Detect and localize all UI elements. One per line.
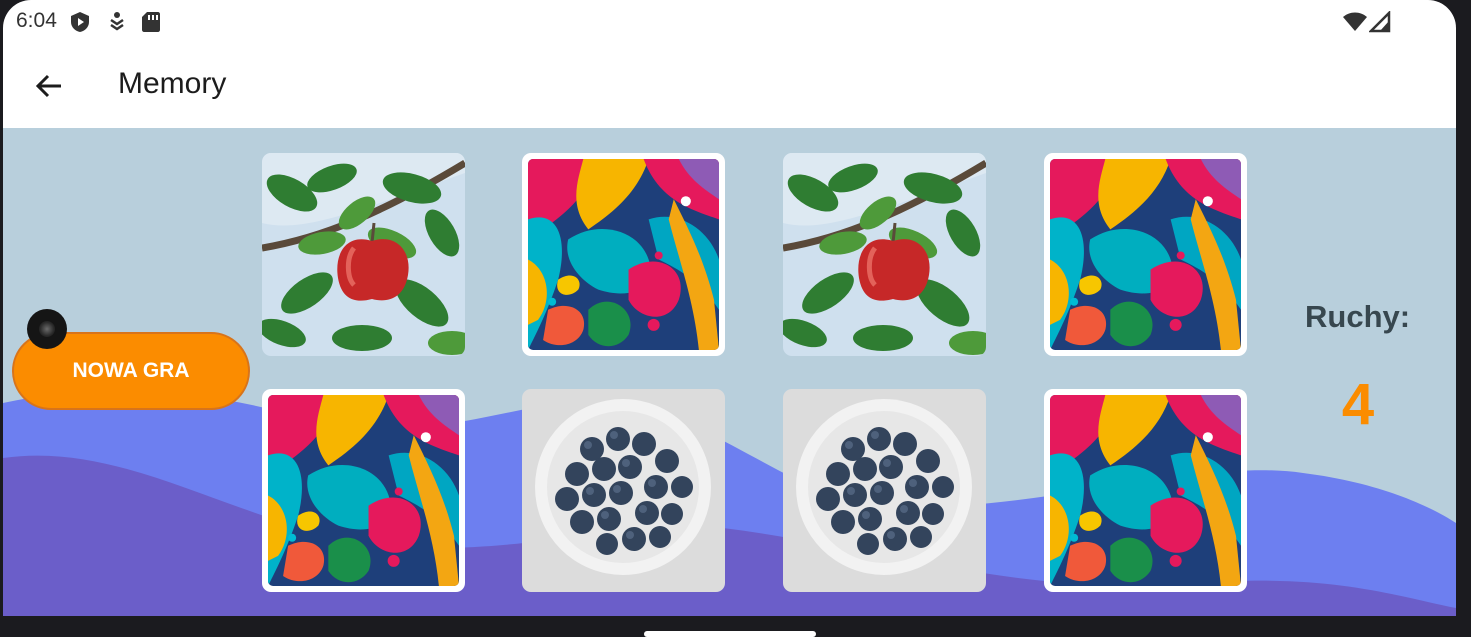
play-protect-icon <box>69 11 91 38</box>
navigation-bar <box>3 616 1456 637</box>
memory-card-hidden[interactable] <box>1044 389 1247 592</box>
moves-label: Ruchy: <box>1305 299 1411 334</box>
memory-card-hidden[interactable] <box>262 389 465 592</box>
back-arrow-icon[interactable] <box>31 68 67 104</box>
wifi-icon <box>1343 11 1367 38</box>
memory-card-blueberries[interactable] <box>522 389 725 592</box>
memory-card-apple[interactable] <box>783 153 986 356</box>
status-bar: 6:04 <box>3 0 1456 46</box>
device-screen: 6:04 Memory Ruchy: 4 NOWA GRA <box>3 0 1456 637</box>
memory-card-hidden[interactable] <box>522 153 725 356</box>
sd-card-icon <box>141 11 161 38</box>
memory-card-hidden[interactable] <box>1044 153 1247 356</box>
status-time: 6:04 <box>16 9 57 32</box>
cell-signal-icon <box>1367 9 1391 38</box>
home-gesture-handle[interactable] <box>644 631 816 637</box>
page-title: Memory <box>118 67 227 100</box>
moves-counter: 4 <box>1341 372 1375 437</box>
memory-card-apple[interactable] <box>262 153 465 356</box>
app-bar: Memory <box>3 46 1456 128</box>
memory-card-blueberries[interactable] <box>783 389 986 592</box>
camera-cutout <box>27 309 67 349</box>
download-icon <box>106 11 128 38</box>
